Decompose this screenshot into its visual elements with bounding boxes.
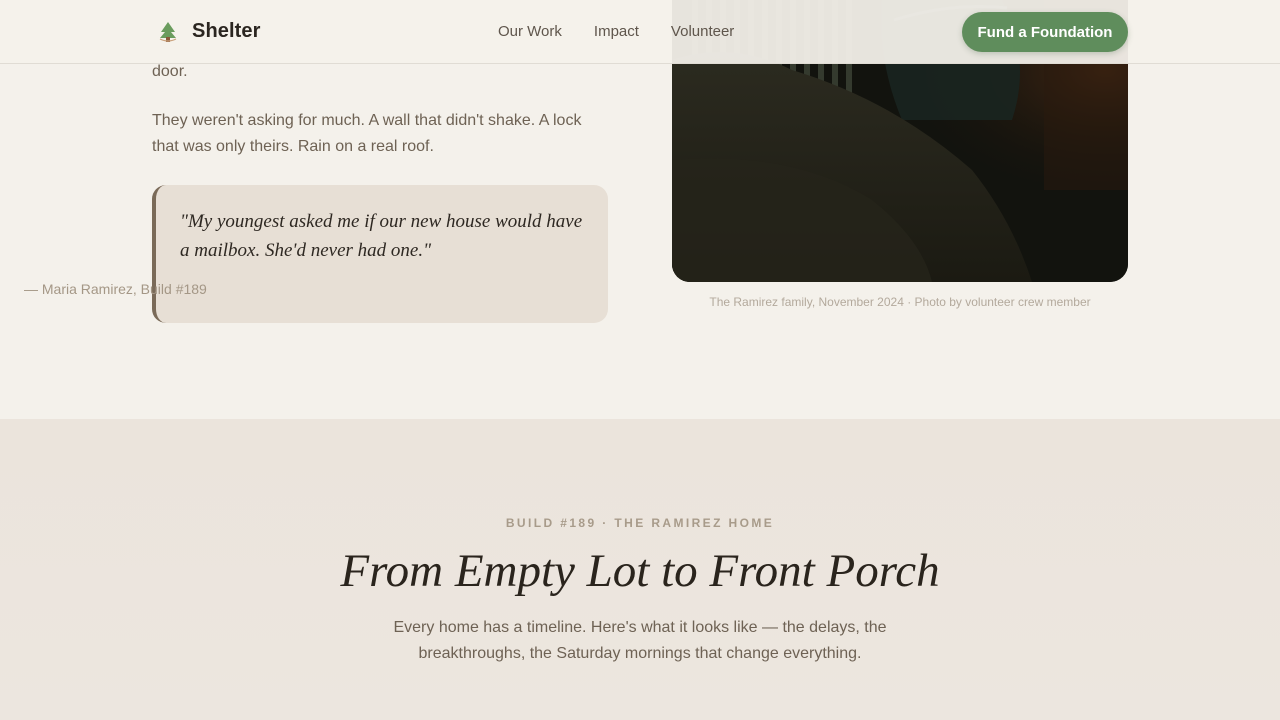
quote-text: "My youngest asked me if our new house w… [180, 211, 583, 261]
story-paragraph: They weren't asking for much. A wall tha… [152, 112, 582, 155]
photo-caption: The Ramirez family, November 2024 · Phot… [709, 295, 1091, 309]
site-header: Shelter Our Work Impact Volunteer Fund a… [0, 0, 1280, 64]
nav-link-our-work[interactable]: Our Work [498, 23, 562, 40]
testimonial-quote: "My youngest asked me if our new house w… [152, 185, 608, 323]
brand-name: Shelter [192, 20, 261, 42]
section-title: From Empty Lot to Front Porch [340, 545, 940, 597]
section-eyebrow: BUILD #189 · THE RAMIREZ HOME [505, 516, 775, 530]
nav-link-impact[interactable]: Impact [594, 23, 639, 40]
brand-logo[interactable]: Shelter [157, 20, 261, 43]
timeline-intro-section: BUILD #189 · THE RAMIREZ HOME From Empty… [0, 419, 1280, 720]
fund-foundation-button[interactable]: Fund a Foundation [962, 12, 1128, 52]
quote-citation: — Maria Ramirez, Build #189 [24, 281, 207, 297]
main-nav: Our Work Impact Volunteer [498, 23, 734, 40]
section-lede: Every home has a timeline. Here's what i… [393, 619, 887, 662]
house-tree-icon [159, 21, 177, 42]
nav-link-volunteer[interactable]: Volunteer [671, 23, 734, 40]
